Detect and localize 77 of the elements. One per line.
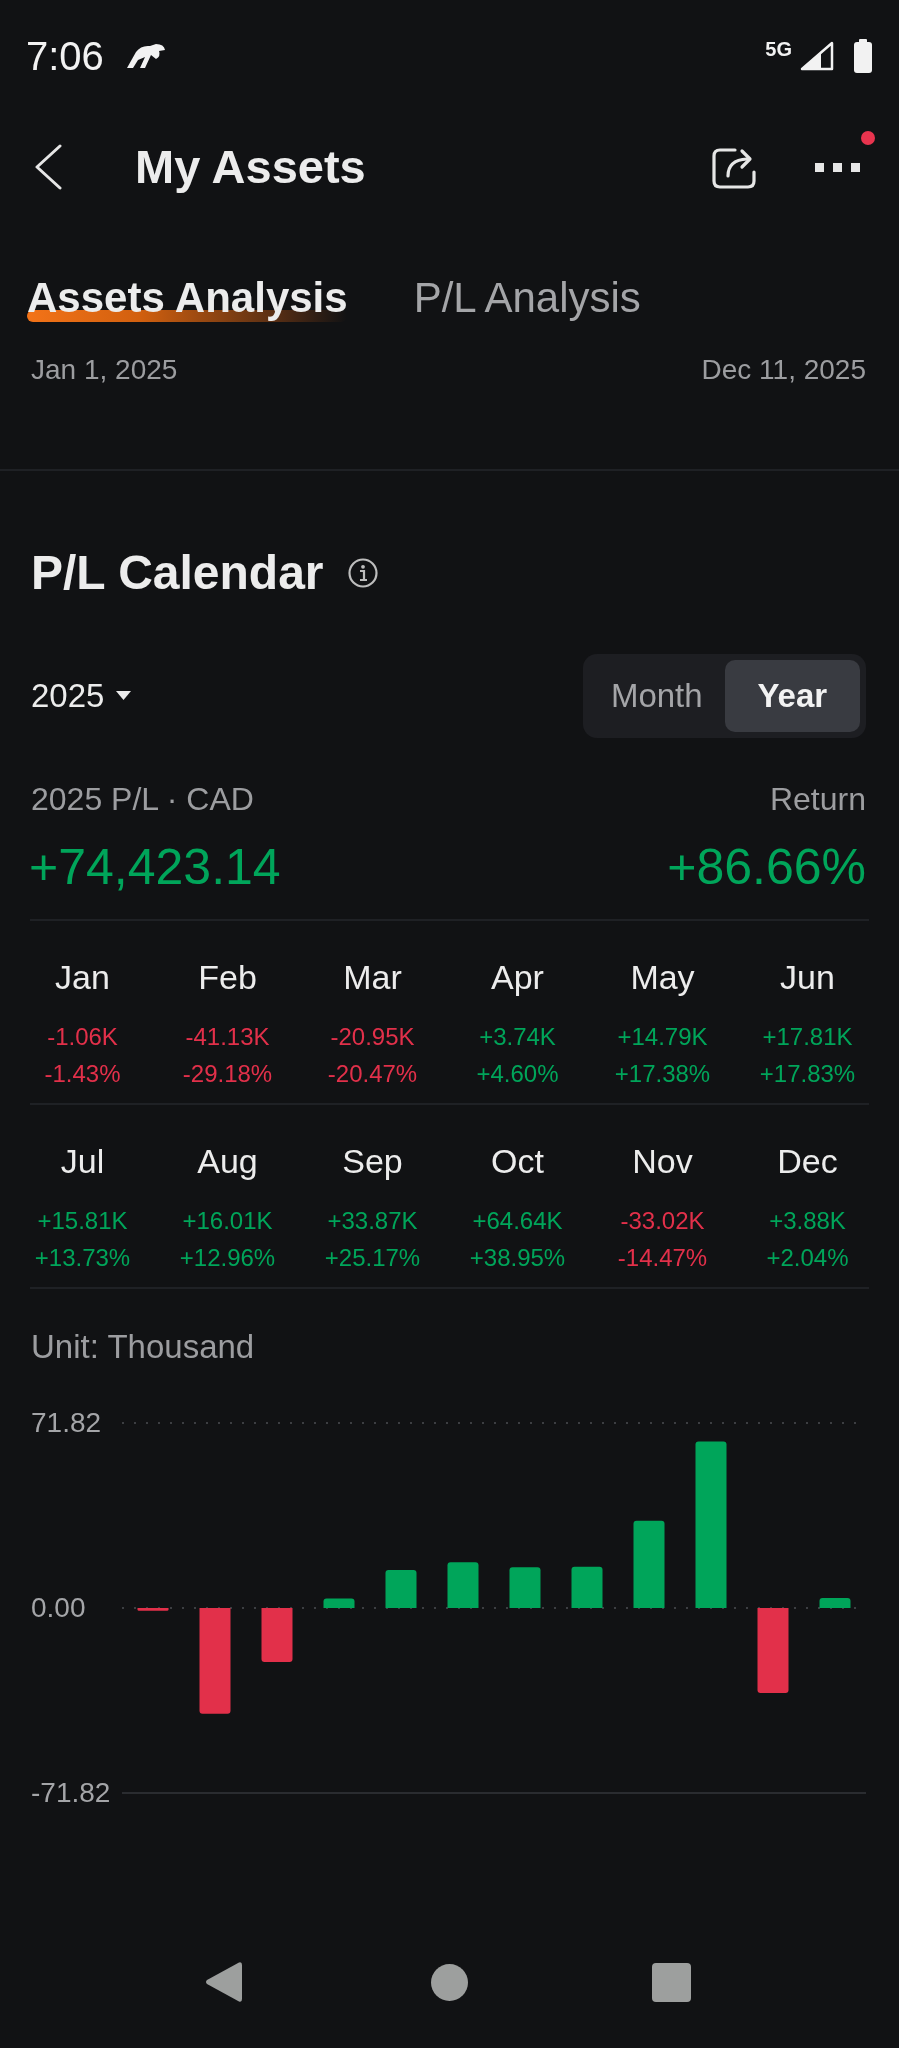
analysis-tab[interactable]: P/L Analysis: [413, 273, 641, 323]
month-pl-value: +64.64K: [472, 1206, 563, 1236]
chart-bar: [571, 1566, 603, 1608]
month-label: Apr: [491, 957, 544, 997]
chart-bar: [137, 1608, 169, 1611]
month-pl-value: +17.81K: [762, 1022, 853, 1052]
month-label: Mar: [343, 957, 402, 997]
recents-square-icon: [652, 1962, 691, 2002]
info-icon[interactable]: [347, 558, 378, 588]
month-label: Jan: [55, 957, 110, 997]
return-total: +86.66%: [667, 838, 866, 897]
more-icon: [815, 162, 860, 172]
month-return-value: -29.18%: [182, 1059, 273, 1089]
month-return-value: +12.96%: [179, 1243, 276, 1273]
month-pl-value: +14.79K: [617, 1022, 708, 1052]
return-label: Return: [769, 780, 866, 818]
month-pl-value: +3.88K: [769, 1206, 846, 1236]
month-return-value: -1.43%: [44, 1059, 121, 1089]
app-logo-icon: [125, 43, 166, 69]
month-return-value: -14.47%: [617, 1243, 708, 1273]
nav-back-button[interactable]: [205, 1961, 243, 2003]
back-triangle-icon: [205, 1961, 243, 2003]
month-pl-value: +3.74K: [479, 1022, 556, 1052]
month-label: Jul: [60, 1141, 105, 1181]
caret-icon: [116, 691, 132, 701]
chart-bar: [447, 1562, 479, 1608]
y-axis-label: 71.82: [31, 1407, 102, 1439]
analysis-tab[interactable]: Assets Analysis: [27, 273, 348, 323]
month-return-value: -20.47%: [327, 1059, 418, 1089]
month-pl-value: -41.13K: [185, 1022, 270, 1052]
month-return-value: +13.73%: [34, 1243, 131, 1273]
y-axis-label: 0.00: [31, 1592, 86, 1624]
month-label: May: [630, 957, 695, 997]
y-axis-label: -71.82: [31, 1777, 111, 1809]
view-tab[interactable]: Year: [724, 660, 860, 732]
chart-bar: [261, 1608, 293, 1663]
unit-label: Unit: Thousand: [31, 1327, 255, 1367]
month-return-value: +4.60%: [476, 1059, 559, 1089]
year-dropdown[interactable]: 2025: [31, 676, 132, 716]
month-return-value: +17.38%: [614, 1059, 711, 1089]
month-return-value: +2.04%: [766, 1243, 849, 1273]
nav-recents-button[interactable]: [652, 1962, 691, 2002]
month-pl-value: +16.01K: [182, 1206, 273, 1236]
month-label: Jun: [780, 957, 835, 997]
home-circle-icon: [431, 1963, 468, 2001]
start-date: Jan 1, 2025: [31, 353, 178, 387]
nav-home-button[interactable]: [431, 1963, 468, 2001]
month-label: Sep: [342, 1141, 403, 1181]
month-pl-value: -20.95K: [330, 1022, 415, 1052]
chart-bar: [385, 1569, 417, 1608]
month-pl-value: -33.02K: [620, 1206, 705, 1236]
end-date: Dec 11, 2025: [701, 353, 866, 387]
month-return-value: +17.83%: [759, 1059, 856, 1089]
back-icon: [33, 144, 63, 190]
battery-icon: [853, 39, 873, 73]
month-pl-value: +33.87K: [327, 1206, 418, 1236]
chart-bar: [323, 1598, 355, 1608]
section-title: P/L Calendar: [31, 545, 324, 601]
month-label: Feb: [198, 957, 257, 997]
month-pl-value: -1.06K: [47, 1022, 118, 1052]
status-time: 7:06: [26, 33, 104, 79]
month-label: Dec: [777, 1141, 838, 1181]
pl-total: +74,423.14: [29, 838, 281, 897]
month-return-value: +38.95%: [469, 1243, 566, 1273]
month-label: Aug: [197, 1141, 258, 1181]
month-label: Oct: [491, 1141, 544, 1181]
month-label: Nov: [632, 1141, 693, 1181]
network-label: 5G: [765, 38, 792, 60]
back-button[interactable]: [33, 144, 63, 190]
pl-label: 2025 P/L · CAD: [31, 780, 254, 818]
page-title: My Assets: [135, 139, 366, 195]
chart-bar: [509, 1567, 541, 1608]
signal-icon: [800, 41, 834, 71]
month-return-value: +25.17%: [324, 1243, 421, 1273]
month-pl-value: +15.81K: [37, 1206, 128, 1236]
chart-bar: [819, 1597, 851, 1608]
view-tab[interactable]: Month: [589, 660, 725, 732]
